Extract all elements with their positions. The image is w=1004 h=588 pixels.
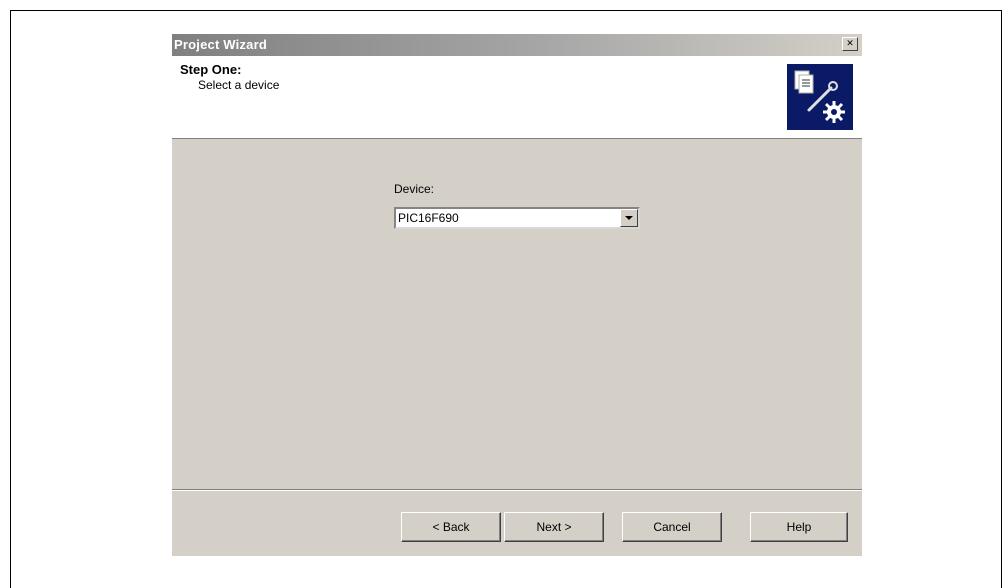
- next-button[interactable]: Next >: [504, 512, 604, 542]
- close-icon: ✕: [846, 39, 854, 49]
- device-dropdown-button[interactable]: [620, 209, 638, 227]
- title-bar[interactable]: Project Wizard ✕: [172, 34, 862, 56]
- device-select-value: PIC16F690: [398, 211, 459, 225]
- device-label: Device:: [394, 182, 435, 196]
- wizard-body: [172, 139, 862, 489]
- step-subtitle: Select a device: [198, 78, 280, 92]
- wizard-tools-icon: [787, 64, 853, 130]
- device-select[interactable]: PIC16F690: [394, 207, 640, 229]
- window-title: Project Wizard: [174, 37, 267, 52]
- back-button[interactable]: < Back: [401, 512, 501, 542]
- help-button[interactable]: Help: [750, 512, 848, 542]
- close-button[interactable]: ✕: [842, 37, 858, 51]
- cancel-button[interactable]: Cancel: [622, 512, 722, 542]
- project-wizard-dialog: Project Wizard ✕ Step One: Select a devi…: [172, 34, 862, 556]
- step-title: Step One:: [180, 62, 242, 77]
- wizard-header: Step One: Select a device: [172, 56, 862, 139]
- footer-separator: [172, 489, 862, 491]
- chevron-down-icon: [625, 216, 633, 220]
